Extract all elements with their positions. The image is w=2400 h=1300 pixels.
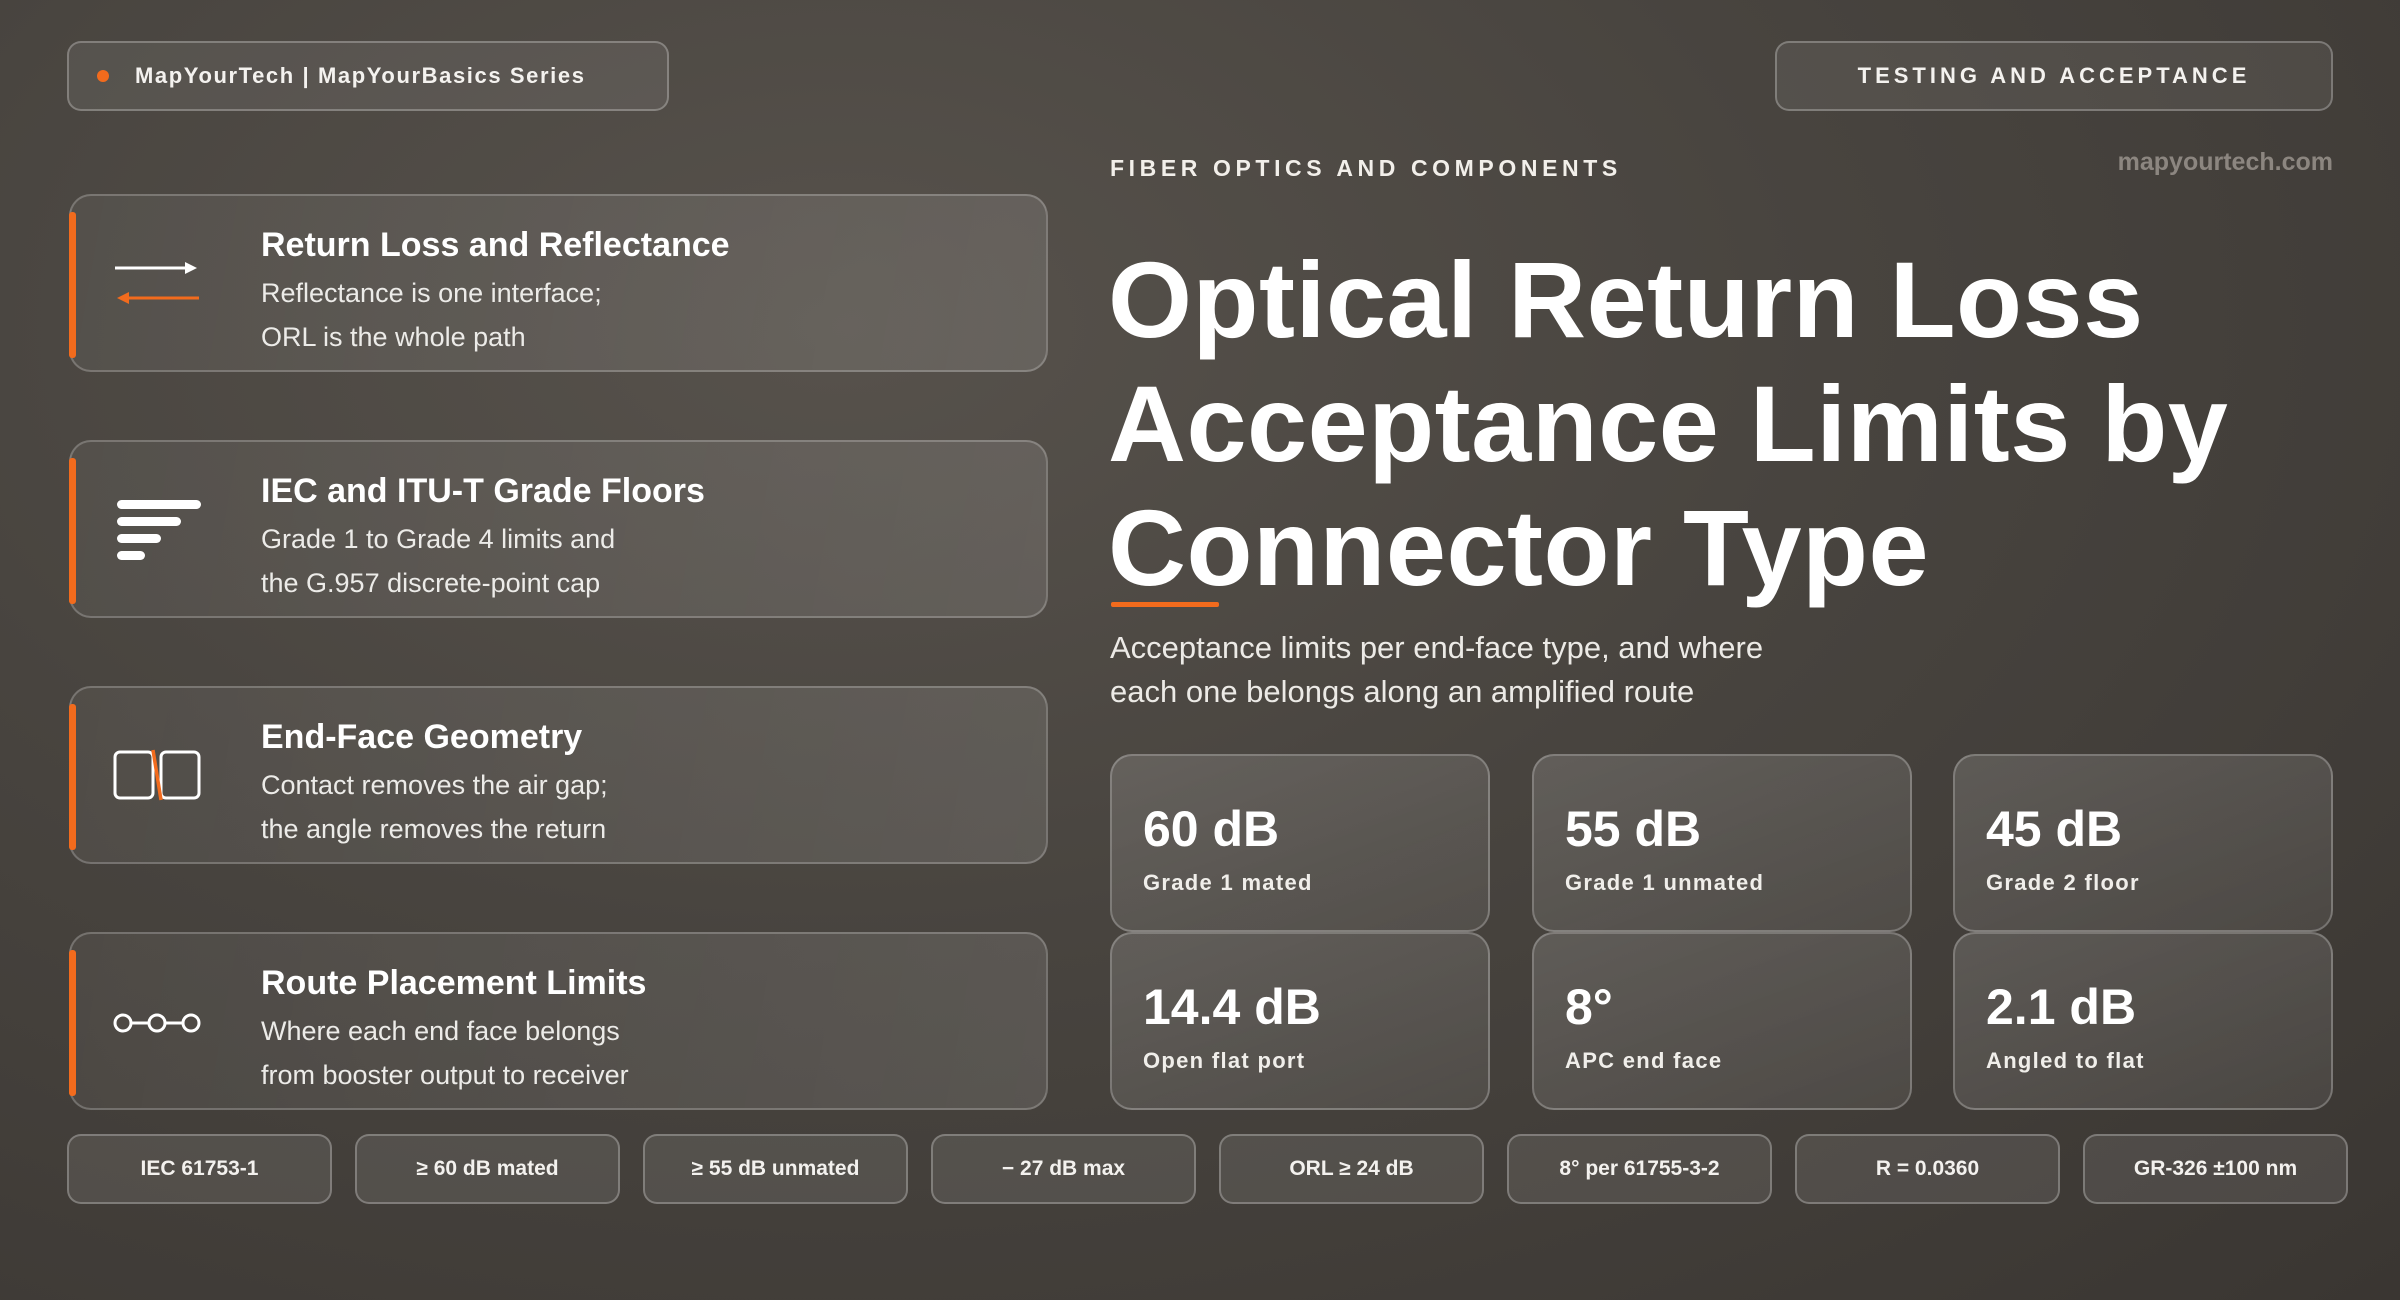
subtitle-line-1: Acceptance limits per end-face type, and… — [1110, 630, 1764, 665]
bars-icon — [117, 500, 201, 560]
card-title: Route Placement Limits — [261, 964, 647, 1002]
end-face-icon — [113, 749, 201, 801]
page-title: Optical Return Loss Acceptance Limits by… — [1108, 238, 2348, 610]
chip-orl-limit: ORL ≥ 24 dB — [1219, 1134, 1484, 1204]
title-line-1: Optical Return Loss — [1108, 239, 2144, 360]
stat-label: Grade 2 floor — [1986, 870, 2140, 895]
card-text-line-1: Reflectance is one interface; — [261, 278, 602, 308]
topic-card-grade-floors[interactable]: IEC and ITU-T Grade Floors Grade 1 to Gr… — [69, 440, 1048, 618]
stat-value: 2.1 dB — [1986, 979, 2137, 1035]
card-accent-bar — [69, 458, 76, 604]
stat-value: 8° — [1565, 979, 1613, 1035]
stat-tile-grade1-mated: 60 dB Grade 1 mated — [1110, 754, 1490, 932]
card-text-line-1: Contact removes the air gap; — [261, 770, 608, 800]
brand-dot-icon — [97, 70, 109, 82]
stat-label: Grade 1 unmated — [1565, 870, 1765, 895]
stat-value: 60 dB — [1143, 801, 1280, 857]
site-url[interactable]: mapyourtech.com — [2118, 148, 2333, 177]
stat-value: 14.4 dB — [1143, 979, 1321, 1035]
stat-value: 45 dB — [1986, 801, 2123, 857]
stat-tile-angled-to-flat: 2.1 dB Angled to flat — [1953, 932, 2333, 1110]
card-text-line-1: Where each end face belongs — [261, 1016, 620, 1046]
chip-reflectance-max: − 27 dB max — [931, 1134, 1196, 1204]
card-title: End-Face Geometry — [261, 718, 583, 756]
card-text-line-2: ORL is the whole path — [261, 322, 526, 352]
stat-label: APC end face — [1565, 1048, 1723, 1073]
topic-card-end-face[interactable]: End-Face Geometry Contact removes the ai… — [69, 686, 1048, 864]
chip-unmated-limit: ≥ 55 dB unmated — [643, 1134, 908, 1204]
card-text-line-1: Grade 1 to Grade 4 limits and — [261, 524, 616, 554]
stat-value: 55 dB — [1565, 801, 1702, 857]
topic-badge: TESTING AND ACCEPTANCE — [1775, 41, 2333, 111]
stat-tile-grade1-unmated: 55 dB Grade 1 unmated — [1532, 754, 1912, 932]
card-accent-bar — [69, 212, 76, 358]
card-text-line-2: the G.957 discrete-point cap — [261, 568, 601, 598]
card-text-line-2: from booster output to receiver — [261, 1060, 629, 1090]
topic-label: TESTING AND ACCEPTANCE — [1857, 63, 2251, 88]
title-underline — [1111, 602, 1219, 607]
title-line-2: Acceptance Limits by — [1108, 363, 2229, 484]
route-nodes-icon — [113, 1013, 201, 1033]
stat-tile-apc-end-face: 8° APC end face — [1532, 932, 1912, 1110]
title-line-3: Connector Type — [1108, 487, 1930, 608]
page-subtitle: Acceptance limits per end-face type, and… — [1110, 626, 1830, 714]
card-text-line-2: the angle removes the return — [261, 814, 607, 844]
chip-reflection-coefficient: R = 0.0360 — [1795, 1134, 2060, 1204]
category-label: FIBER OPTICS AND COMPONENTS — [1110, 155, 1622, 181]
stat-label: Open flat port — [1143, 1048, 1306, 1073]
card-accent-bar — [69, 950, 76, 1096]
subtitle-line-2: each one belongs along an amplified rout… — [1110, 674, 1695, 709]
chip-iec-61753: IEC 61753-1 — [67, 1134, 332, 1204]
stat-label: Grade 1 mated — [1143, 870, 1313, 895]
chip-mated-limit: ≥ 60 dB mated — [355, 1134, 620, 1204]
chip-gr326: GR-326 ±100 nm — [2083, 1134, 2348, 1204]
chip-angle-standard: 8° per 61755-3-2 — [1507, 1134, 1772, 1204]
topic-card-return-loss[interactable]: Return Loss and Reflectance Reflectance … — [69, 194, 1048, 372]
stat-tile-grade2-floor: 45 dB Grade 2 floor — [1953, 754, 2333, 932]
brand-label: MapYourTech | MapYourBasics Series — [135, 63, 586, 88]
series-badge: MapYourTech | MapYourBasics Series — [67, 41, 669, 111]
arrows-icon — [115, 262, 199, 304]
card-title: IEC and ITU-T Grade Floors — [261, 472, 705, 510]
topic-card-route-placement[interactable]: Route Placement Limits Where each end fa… — [69, 932, 1048, 1110]
stat-label: Angled to flat — [1986, 1048, 2145, 1073]
card-accent-bar — [69, 704, 76, 850]
card-title: Return Loss and Reflectance — [261, 226, 730, 264]
stat-tile-open-flat-port: 14.4 dB Open flat port — [1110, 932, 1490, 1110]
